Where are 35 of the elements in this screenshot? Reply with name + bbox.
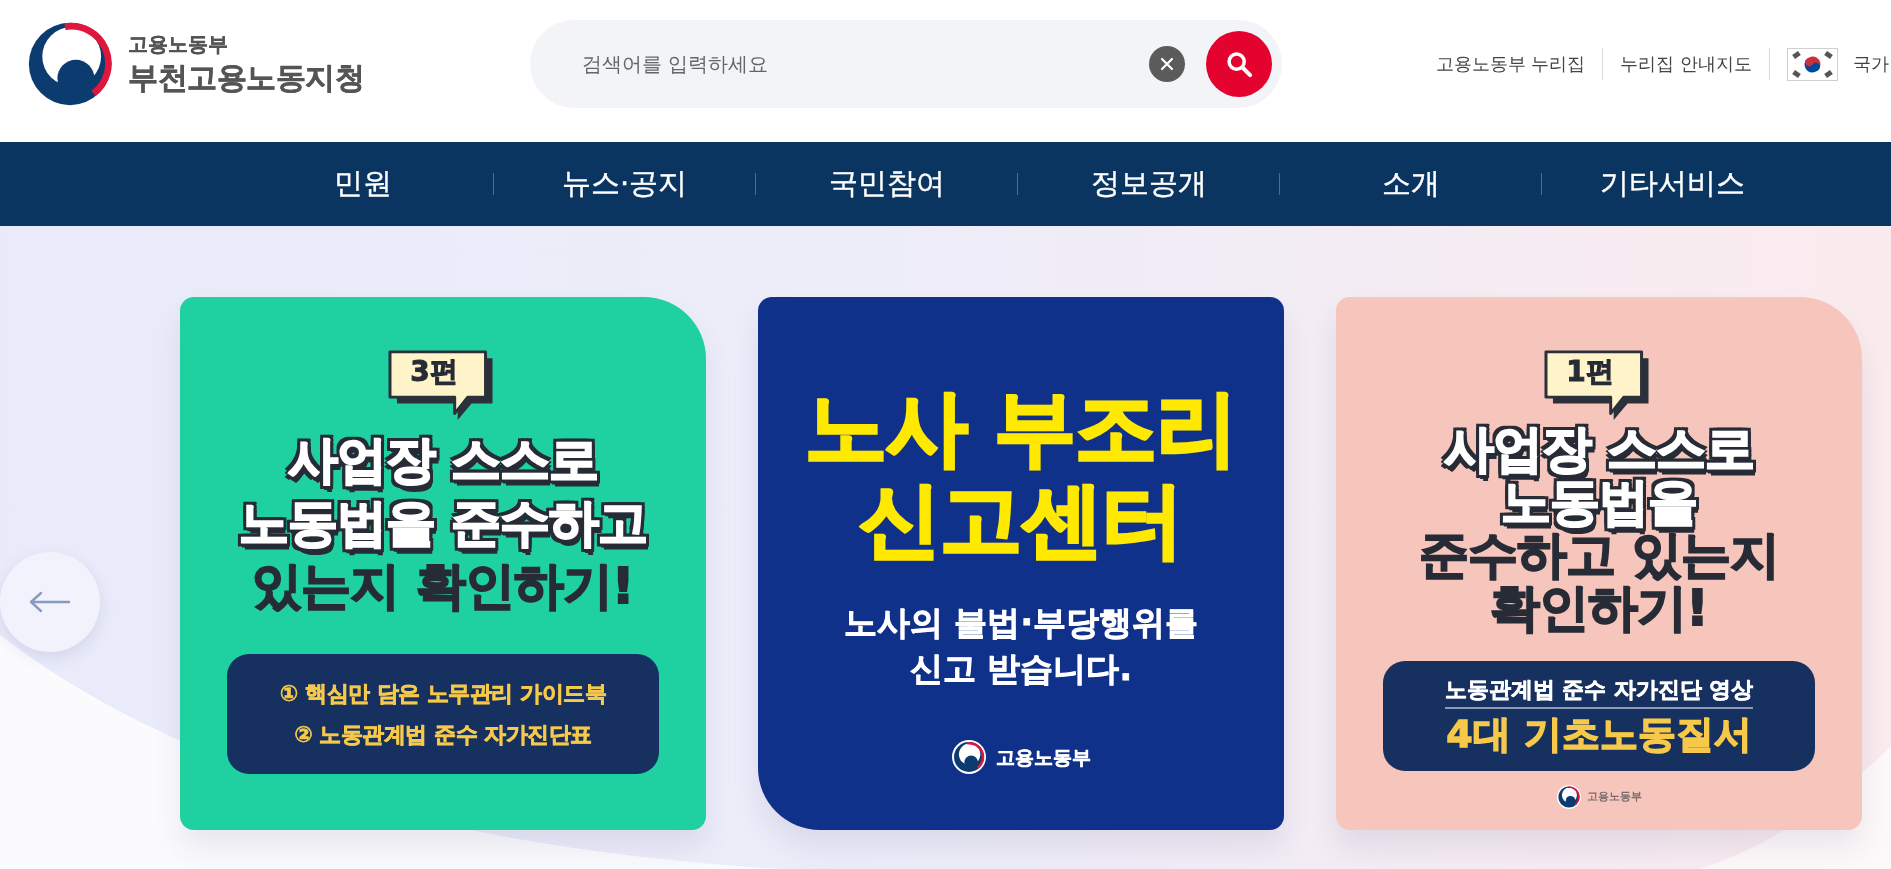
flag-icon[interactable] xyxy=(1787,47,1838,81)
menu-item[interactable]: 정보공개 xyxy=(1018,165,1279,203)
banner-title: 노사 부조리 신고센터 xyxy=(804,382,1238,566)
ministry-name: 고용노동부 xyxy=(1586,788,1642,805)
menu-item[interactable]: 뉴스·공지 xyxy=(494,165,755,203)
menu-item[interactable]: 국민참여 xyxy=(756,165,1017,203)
banner-headline: 사업장 스스로 노동법을 준수하고 있는지 확인하기! xyxy=(1419,422,1779,635)
office-name[interactable]: 부천고용노동지청 xyxy=(128,59,364,96)
info-highlight: 4대 기초노동질서 xyxy=(1446,710,1752,758)
ministry-name[interactable]: 고용노동부 xyxy=(128,32,364,56)
header-link[interactable]: 고용노동부 누리집 xyxy=(1435,52,1586,76)
clear-search-button[interactable] xyxy=(1149,46,1185,82)
banner-card[interactable]: 3편 사업장 스스로 노동법을 준수하고 있는지 확인하기! ① 핵심만 담은 노무관리 가이드북 ② 노동관계법 준수 자가진단표 xyxy=(180,297,706,830)
info-item: ② 노동관계법 준수 자가진단표 xyxy=(294,720,592,749)
national-symbol-link[interactable]: 국가 xyxy=(1787,47,1889,81)
search-button[interactable] xyxy=(1206,31,1272,97)
menu-item[interactable]: 기타서비스 xyxy=(1542,165,1803,203)
emblem-icon xyxy=(28,22,112,106)
ministry-name: 고용노동부 xyxy=(995,744,1091,770)
info-caption: 노동관계법 준수 자가진단 영상 xyxy=(1444,672,1754,709)
banner-message: 노사의 불법·부당행위를 신고 받습니다. xyxy=(844,602,1198,690)
emblem-icon xyxy=(1556,784,1581,809)
header-link[interactable]: 누리집 안내지도 xyxy=(1620,52,1752,76)
arrow-left-icon xyxy=(29,591,71,613)
emblem-icon xyxy=(951,740,986,774)
info-item: ① 핵심만 담은 노무관리 가이드북 xyxy=(279,679,607,708)
banner-card[interactable]: 1편 사업장 스스로 노동법을 준수하고 있는지 확인하기! 노동관계법 준수 자가진단 영상 4대 기초노동질서 고용노동부 xyxy=(1336,297,1862,830)
close-icon xyxy=(1160,57,1174,71)
menu-item[interactable]: 민원 xyxy=(232,165,493,203)
menu-item[interactable]: 소개 xyxy=(1280,165,1541,203)
search-icon xyxy=(1225,50,1253,78)
search-field[interactable]: 검색어를 입력하세요 xyxy=(582,44,1137,84)
banner-headline: 사업장 스스로 노동법을 준수하고 있는지 확인하기! xyxy=(238,429,648,617)
banner-card[interactable]: 노사 부조리 신고센터 노사의 불법·부당행위를 신고 받습니다. 고용노동부 xyxy=(758,297,1284,830)
search-bar[interactable]: 검색어를 입력하세요 xyxy=(530,20,1282,108)
